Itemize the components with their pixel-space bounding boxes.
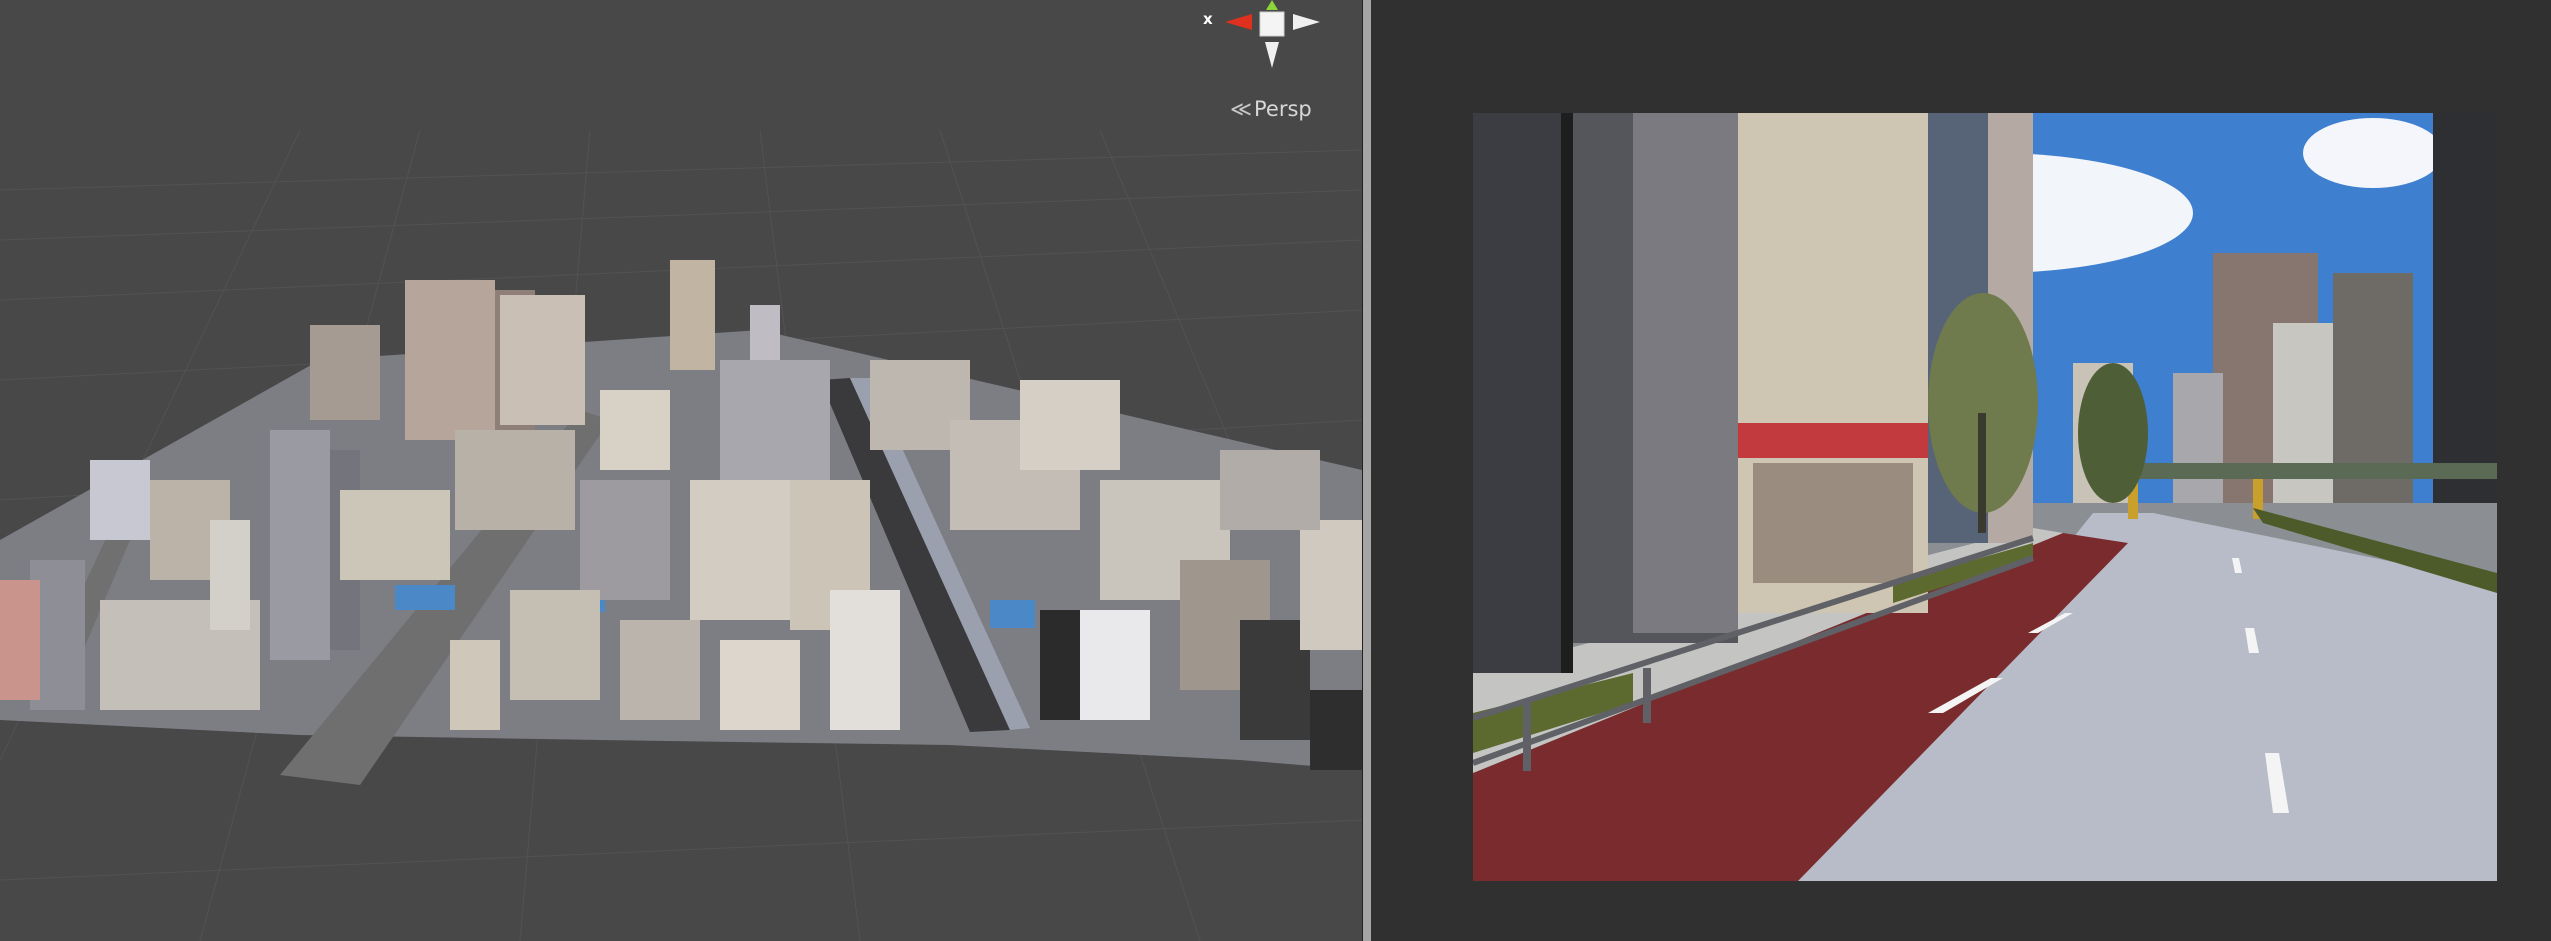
projection-toggle[interactable]: ≪ Persp [1230,97,1312,121]
game-view[interactable] [1371,0,2551,941]
scene-grid-and-city [0,129,1362,941]
scene-view[interactable]: x ≪ Persp [0,0,1362,941]
game-render-frame [1473,113,2497,881]
view-splitter[interactable] [1362,0,1371,941]
projection-label: Persp [1253,97,1312,121]
persp-chevron-icon: ≪ [1230,97,1252,121]
gizmo-x-axis-label: x [1203,10,1213,28]
